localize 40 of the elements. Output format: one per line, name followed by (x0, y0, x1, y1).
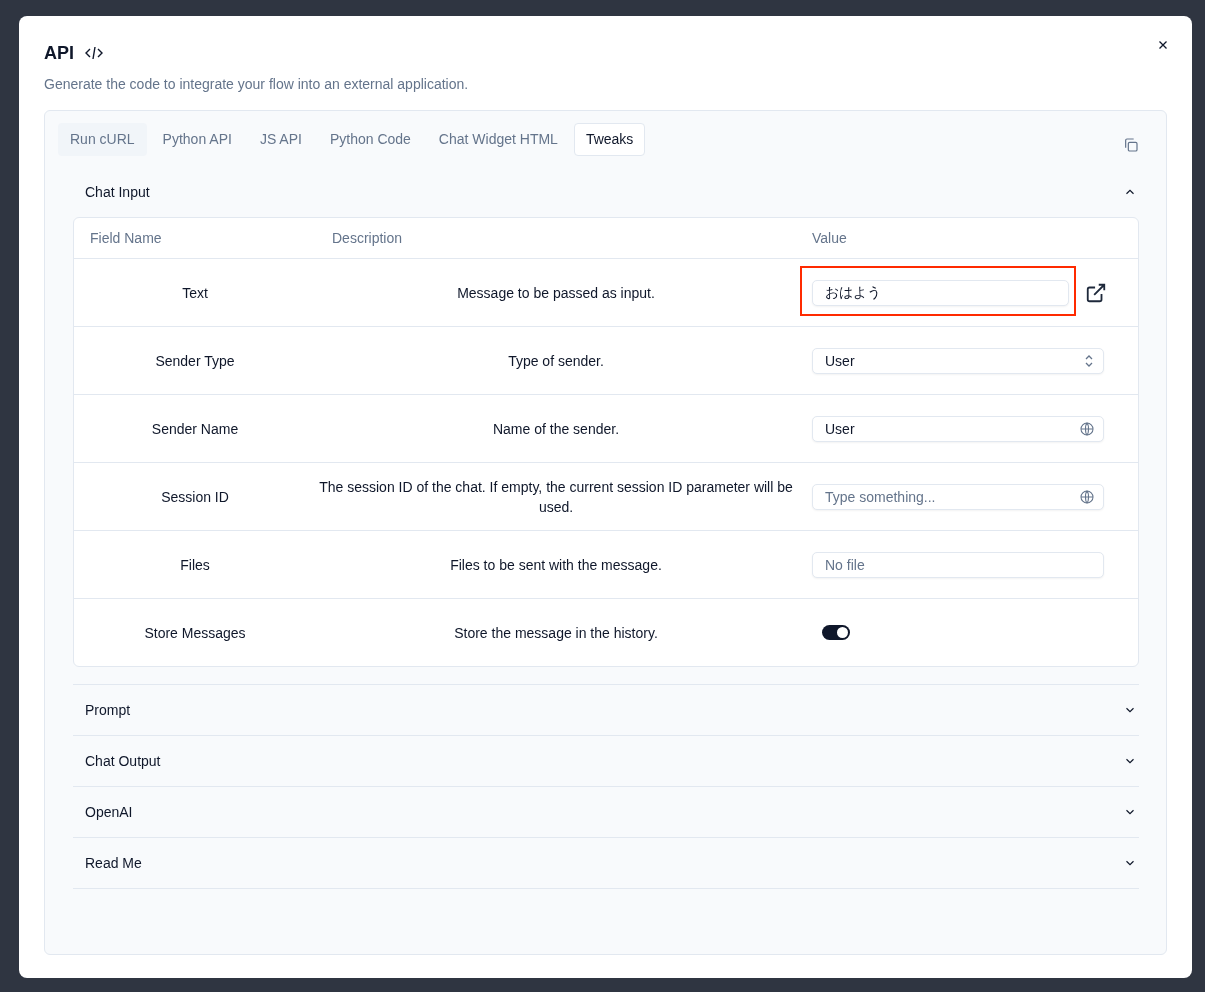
tab[interactable]: Python Code (317, 123, 423, 156)
field-name: Session ID (160, 487, 230, 507)
text-input-field[interactable]: Type something... (812, 483, 1104, 510)
tab[interactable]: Run cURL (58, 123, 147, 156)
text-input-field[interactable]: おはよう (812, 279, 1069, 306)
field-description: Files to be sent with the message. (449, 555, 663, 575)
accordion-header[interactable]: Read Me (73, 838, 1139, 888)
up-down-chevron-icon (1083, 353, 1095, 368)
accordion-header[interactable]: Chat Output (73, 736, 1139, 786)
file-input-field[interactable]: No file (812, 551, 1104, 578)
field-description: The session ID of the chat. If empty, the current session ID parameter will be used. (318, 477, 794, 517)
tab[interactable]: JS API (247, 123, 314, 156)
code-icon (84, 45, 104, 61)
column-header: Field Name (89, 230, 163, 246)
field-name: Sender Name (150, 419, 240, 439)
select-dropdown[interactable]: User (812, 347, 1104, 374)
dialog-title: API (44, 42, 74, 64)
dialog-description: Generate the code to integrate your flow into an external application. (44, 76, 470, 92)
field-description: Name of the sender. (491, 419, 621, 439)
column-header: Description (331, 230, 404, 246)
globe-icon[interactable] (1079, 488, 1095, 505)
field-name: Files (179, 555, 211, 575)
open-external-button[interactable] (1085, 281, 1107, 304)
toggle-switch[interactable] (822, 625, 850, 640)
tab[interactable]: Tweaks (573, 123, 646, 156)
globe-icon[interactable] (1079, 420, 1095, 437)
field-description: Store the message in the history. (453, 623, 659, 643)
text-input-field[interactable]: User (812, 415, 1104, 442)
accordion-header[interactable]: OpenAI (73, 787, 1139, 837)
copy-button[interactable] (1123, 136, 1139, 153)
accordion-header[interactable]: Prompt (73, 685, 1139, 735)
field-name: Sender Type (154, 351, 236, 371)
tab[interactable]: Python API (150, 123, 244, 156)
accordion-header[interactable]: Chat Input (73, 178, 1139, 217)
tab[interactable]: Chat Widget HTML (426, 123, 570, 156)
field-description: Type of sender. (507, 351, 605, 371)
field-name: Store Messages (143, 623, 247, 643)
field-name: Text (181, 283, 209, 303)
field-description: Message to be passed as input. (456, 283, 656, 303)
column-header: Value (811, 230, 848, 246)
